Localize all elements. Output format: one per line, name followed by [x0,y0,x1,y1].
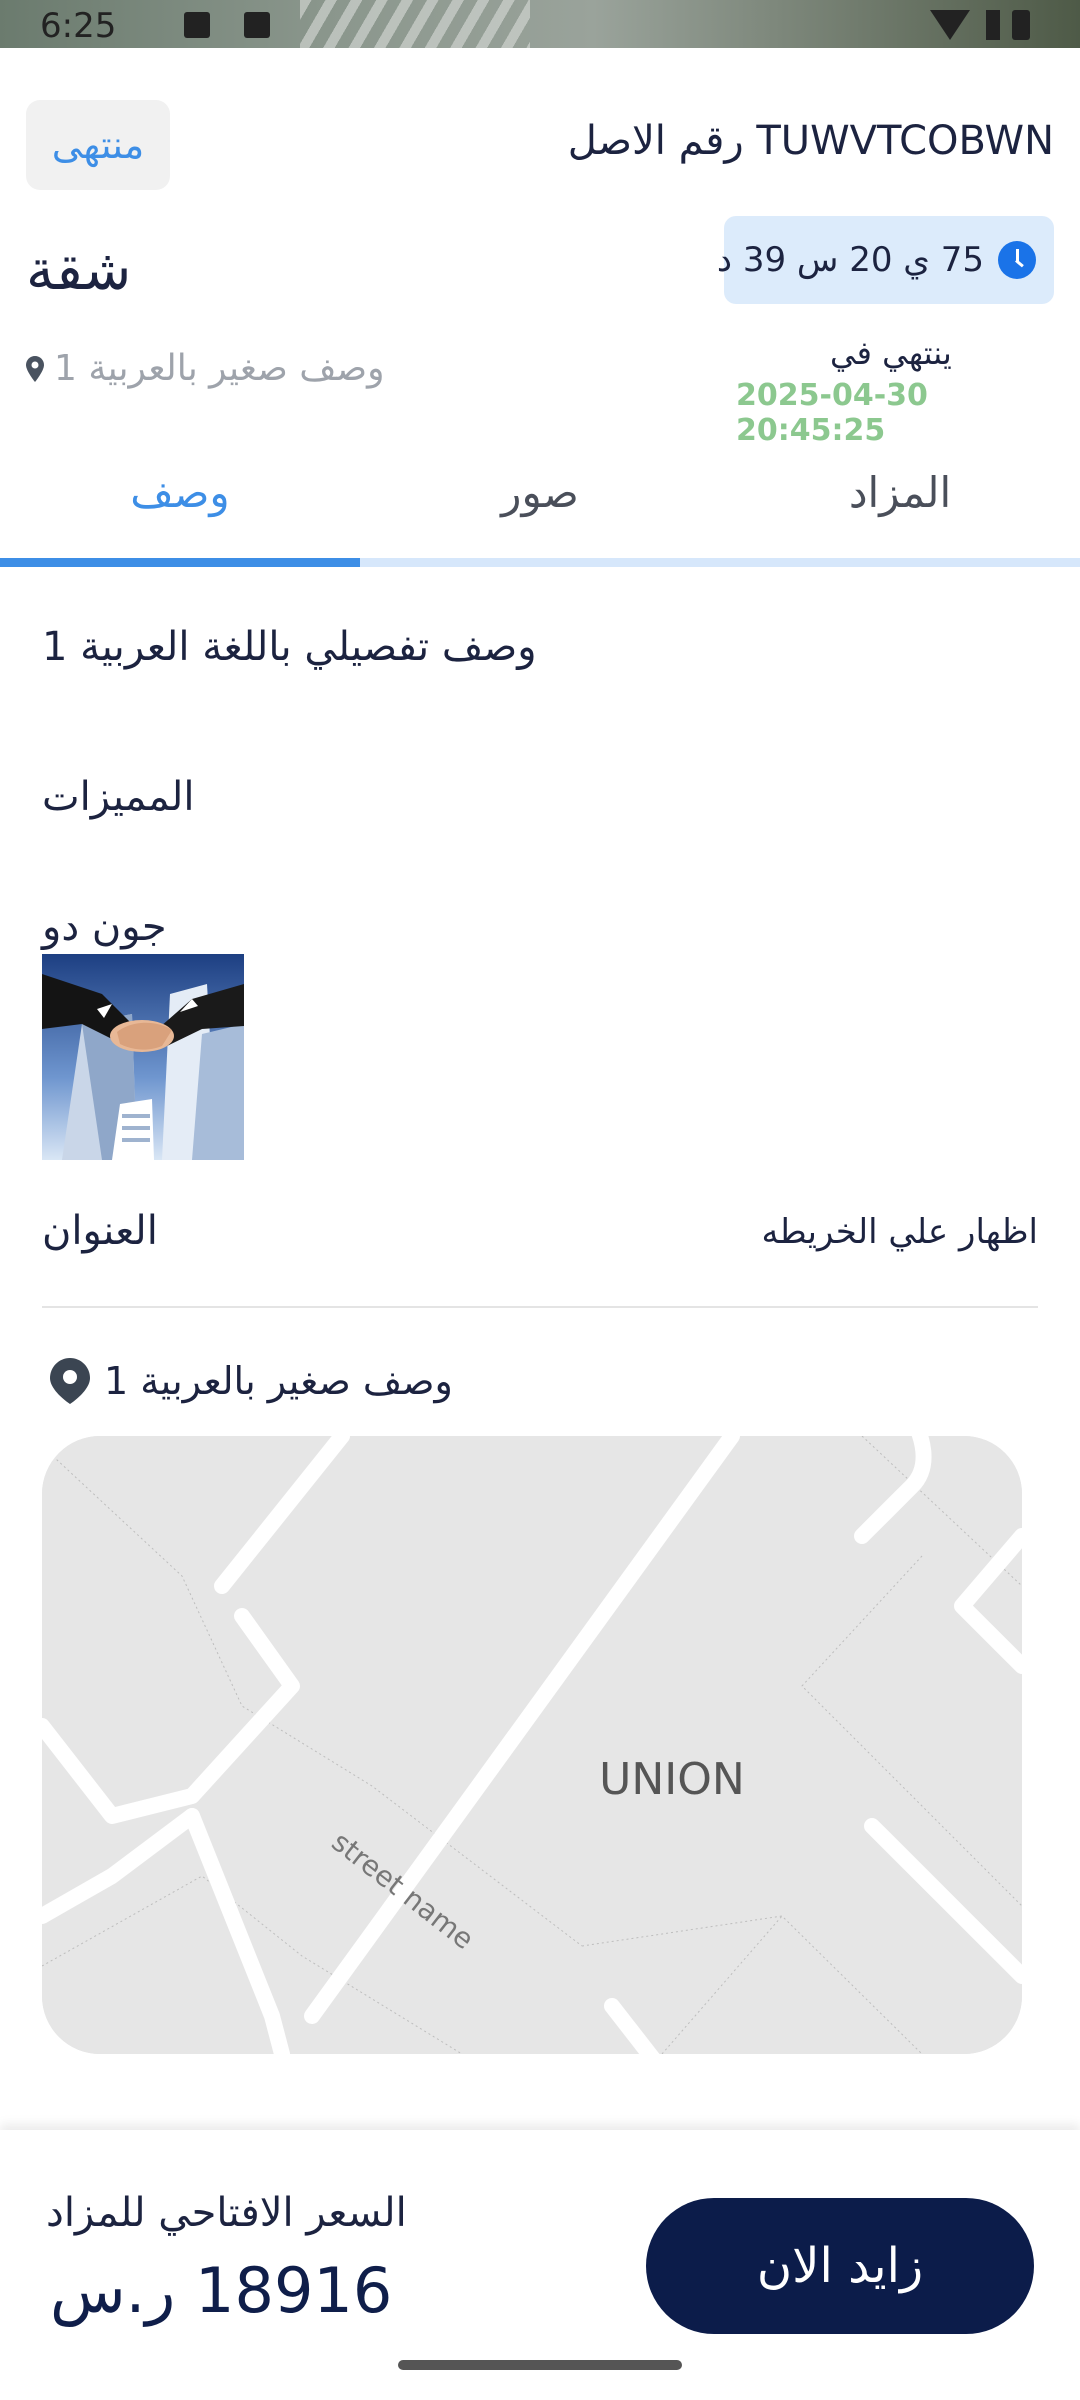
wallpaper-strip [300,0,530,48]
features-title: المميزات [42,774,195,820]
status-time: 6:25 [40,6,117,46]
show-on-map-link[interactable]: اظهار علي الخريطه [761,1212,1038,1252]
countdown-timer: 75 ي 20 س 39 د [717,216,1054,304]
starting-price-label: السعر الافتاحي للمزاد [46,2190,407,2236]
home-indicator[interactable] [398,2360,682,2370]
notification-icon [244,12,270,38]
ends-date: 2025-04-30 20:45:25 [736,378,928,448]
divider [42,1306,1038,1308]
address-label: العنوان [42,1208,158,1254]
map-pin-icon [50,1358,90,1404]
tab-indicator [0,558,360,567]
address-line: وصف صغير بالعربية 1 [50,1358,453,1404]
wifi-icon [930,10,970,40]
location-pin-icon [26,355,44,382]
map-area-label: UNION [599,1754,745,1805]
short-description-text: وصف صغير بالعربية 1 [54,348,385,389]
bid-now-button[interactable]: زايد الان [646,2198,1034,2334]
signal-icon [986,10,1000,40]
short-description: وصف صغير بالعربية 1 [26,348,385,389]
category-title: شقة [26,238,132,303]
status-bar: 6:25 [0,0,1080,48]
tab-indicator-track [0,558,1080,567]
owner-photo [42,954,244,1160]
starting-price-value: 18916 ر.س [50,2254,393,2327]
asset-number: TUWVTCOBWN رقم الاصل [567,118,1054,164]
address-text: وصف صغير بالعربية 1 [104,1359,453,1403]
clock-icon [998,241,1036,279]
countdown-text: 75 ي 20 س 39 د [716,240,984,280]
owner-name: جون دو [42,904,167,950]
tab-photos[interactable]: صور [360,468,720,517]
ends-label: ينتهي في [830,334,952,372]
location-map[interactable]: UNION street name [42,1436,1022,2054]
tab-description[interactable]: وصف [0,468,360,517]
detailed-description: وصف تفصيلي باللغة العربية 1 [42,624,537,670]
expired-badge: منتهى [26,100,170,190]
battery-icon [1012,10,1030,40]
sim-icon [184,12,210,38]
tab-auction[interactable]: المزاد [720,468,1080,517]
tab-bar: وصف صور المزاد [0,440,1080,570]
